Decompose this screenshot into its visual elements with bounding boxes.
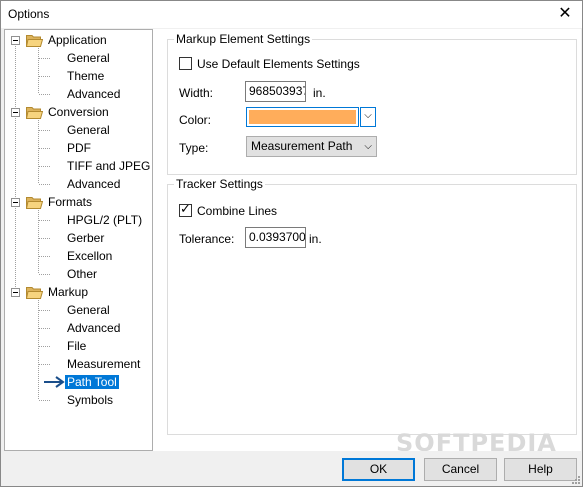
- width-input[interactable]: 968503937: [245, 81, 306, 102]
- tree-item-markup-file[interactable]: File: [67, 338, 86, 354]
- chevron-down-icon: ⌵: [364, 141, 372, 152]
- arrow-right-icon: [44, 376, 65, 388]
- tree-item-formats-other[interactable]: Other: [67, 266, 97, 282]
- help-button[interactable]: Help: [504, 458, 577, 481]
- tree-item-application-advanced[interactable]: Advanced: [67, 86, 120, 102]
- window-title: Options: [8, 7, 50, 21]
- cancel-button[interactable]: Cancel: [424, 458, 497, 481]
- resize-grip-icon[interactable]: [570, 474, 580, 484]
- tree-item-markup-path-tool[interactable]: Path Tool: [65, 374, 119, 390]
- tree-item-markup-symbols[interactable]: Symbols: [67, 392, 113, 408]
- tree-item-conversion-pdf[interactable]: PDF: [67, 140, 91, 156]
- tolerance-label: Tolerance:: [179, 232, 235, 246]
- options-tree[interactable]: Application General Theme Advanced Conve…: [4, 29, 153, 451]
- button-bar: OK Cancel Help: [1, 451, 582, 486]
- folder-open-icon: [26, 287, 43, 299]
- tree-item-conversion-tiff-jpeg[interactable]: TIFF and JPEG: [67, 158, 150, 174]
- ok-button[interactable]: OK: [342, 458, 415, 481]
- tracker-settings-group: Tracker Settings Combine Lines Tolerance…: [167, 177, 577, 435]
- width-unit: in.: [313, 86, 326, 100]
- chevron-down-icon[interactable]: ⌵: [360, 107, 376, 127]
- tree-item-formats-gerber[interactable]: Gerber: [67, 230, 104, 246]
- tree-group-conversion[interactable]: Conversion: [48, 104, 109, 120]
- tree-item-markup-general[interactable]: General: [67, 302, 110, 318]
- tree-item-markup-advanced[interactable]: Advanced: [67, 320, 120, 336]
- color-swatch: [249, 110, 356, 124]
- tree-item-application-general[interactable]: General: [67, 50, 110, 66]
- settings-pane: Markup Element Settings Use Default Elem…: [153, 29, 581, 451]
- color-picker[interactable]: [246, 107, 359, 127]
- tree-group-application[interactable]: Application: [48, 32, 107, 48]
- combine-lines-label: Combine Lines: [197, 204, 278, 218]
- group-title: Tracker Settings: [174, 177, 265, 191]
- collapse-icon[interactable]: [11, 198, 20, 207]
- tree-group-markup[interactable]: Markup: [48, 284, 88, 300]
- width-label: Width:: [179, 86, 214, 100]
- tolerance-unit: in.: [309, 232, 322, 246]
- tree-group-formats[interactable]: Formats: [48, 194, 92, 210]
- tree-item-conversion-advanced[interactable]: Advanced: [67, 176, 120, 192]
- type-select-value: Measurement Path: [251, 139, 353, 153]
- use-default-label: Use Default Elements Settings: [197, 57, 360, 71]
- type-select[interactable]: Measurement Path ⌵: [246, 136, 377, 157]
- markup-element-settings-group: Markup Element Settings Use Default Elem…: [167, 32, 577, 175]
- tree-item-application-theme[interactable]: Theme: [67, 68, 104, 84]
- collapse-icon[interactable]: [11, 288, 20, 297]
- folder-open-icon: [26, 35, 43, 47]
- group-title: Markup Element Settings: [174, 32, 313, 46]
- options-dialog: Options ✕ Application General Theme Adva…: [0, 0, 583, 487]
- tree-item-markup-measurement[interactable]: Measurement: [67, 356, 140, 372]
- tree-item-formats-excellon[interactable]: Excellon: [67, 248, 112, 264]
- tree-item-formats-hpgl[interactable]: HPGL/2 (PLT): [67, 212, 142, 228]
- folder-open-icon: [26, 197, 43, 209]
- tolerance-input[interactable]: 0.0393700: [245, 227, 306, 248]
- collapse-icon[interactable]: [11, 108, 20, 117]
- use-default-checkbox[interactable]: [179, 57, 192, 70]
- type-label: Type:: [179, 141, 209, 155]
- title-bar: Options ✕: [1, 1, 582, 28]
- combine-lines-checkbox[interactable]: [179, 202, 192, 217]
- folder-open-icon: [26, 107, 43, 119]
- close-icon[interactable]: ✕: [554, 3, 576, 25]
- collapse-icon[interactable]: [11, 36, 20, 45]
- tree-item-conversion-general[interactable]: General: [67, 122, 110, 138]
- color-label: Color:: [179, 113, 212, 127]
